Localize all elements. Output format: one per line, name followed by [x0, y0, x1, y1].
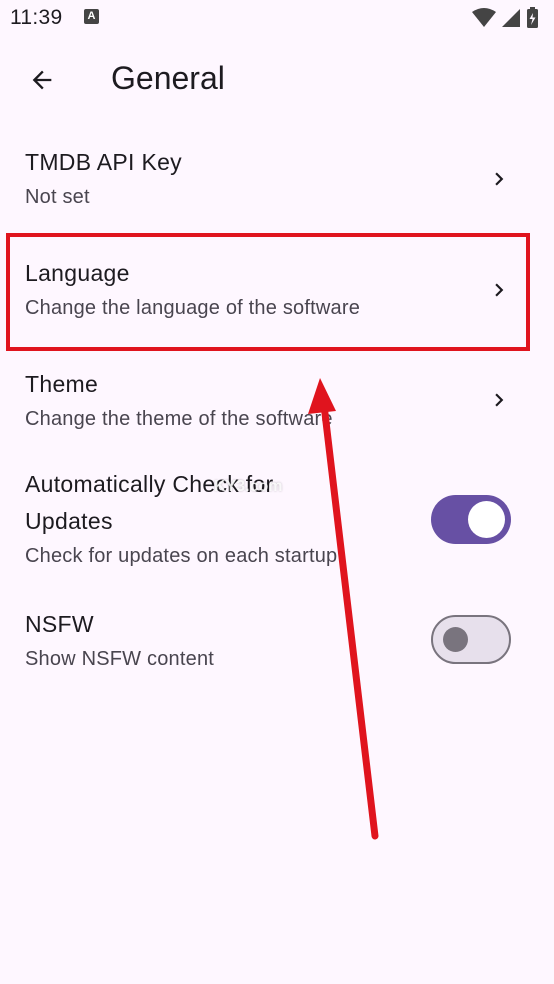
setting-theme[interactable]: Theme Change the theme of the software	[0, 347, 554, 457]
chevron-right-icon	[495, 393, 504, 407]
setting-subtitle: Show NSFW content	[25, 648, 215, 670]
auto-update-toggle[interactable]	[431, 495, 511, 544]
chevron-right-icon	[495, 283, 504, 297]
setting-title: TMDB API Key	[25, 149, 182, 175]
setting-title: Theme	[25, 371, 99, 397]
setting-title-line1: Automatically Check for	[25, 471, 274, 497]
setting-subtitle: Change the theme of the software	[25, 408, 333, 430]
nsfw-toggle[interactable]	[431, 615, 511, 664]
chevron-right-icon	[495, 172, 504, 186]
setting-title-line2: Updates	[25, 508, 113, 534]
toggle-knob	[443, 627, 468, 652]
setting-language[interactable]: Language Change the language of the soft…	[0, 236, 554, 346]
setting-subtitle: Not set	[25, 186, 90, 208]
setting-auto-update[interactable]: Automatically Check for Updates Check fo…	[0, 458, 554, 588]
back-button[interactable]	[20, 58, 64, 102]
setting-title: NSFW	[25, 611, 94, 637]
status-bar: 11:39 A	[0, 0, 554, 38]
signal-icon	[502, 9, 520, 27]
wifi-icon	[472, 8, 496, 27]
setting-subtitle: Change the language of the software	[25, 297, 361, 319]
status-time: 11:39	[10, 6, 63, 29]
toggle-knob	[468, 501, 505, 538]
setting-title: Language	[25, 260, 130, 286]
a-icon: A	[84, 9, 99, 24]
page-title: General	[111, 60, 225, 96]
setting-subtitle: Check for updates on each startup	[25, 545, 338, 567]
arrow-left-icon	[32, 70, 52, 90]
app-bar: General	[0, 44, 554, 116]
battery-icon	[527, 7, 538, 28]
setting-nsfw[interactable]: NSFW Show NSFW content	[0, 590, 554, 690]
status-icons	[470, 6, 544, 35]
setting-tmdb-api-key[interactable]: TMDB API Key Not set	[0, 125, 554, 235]
